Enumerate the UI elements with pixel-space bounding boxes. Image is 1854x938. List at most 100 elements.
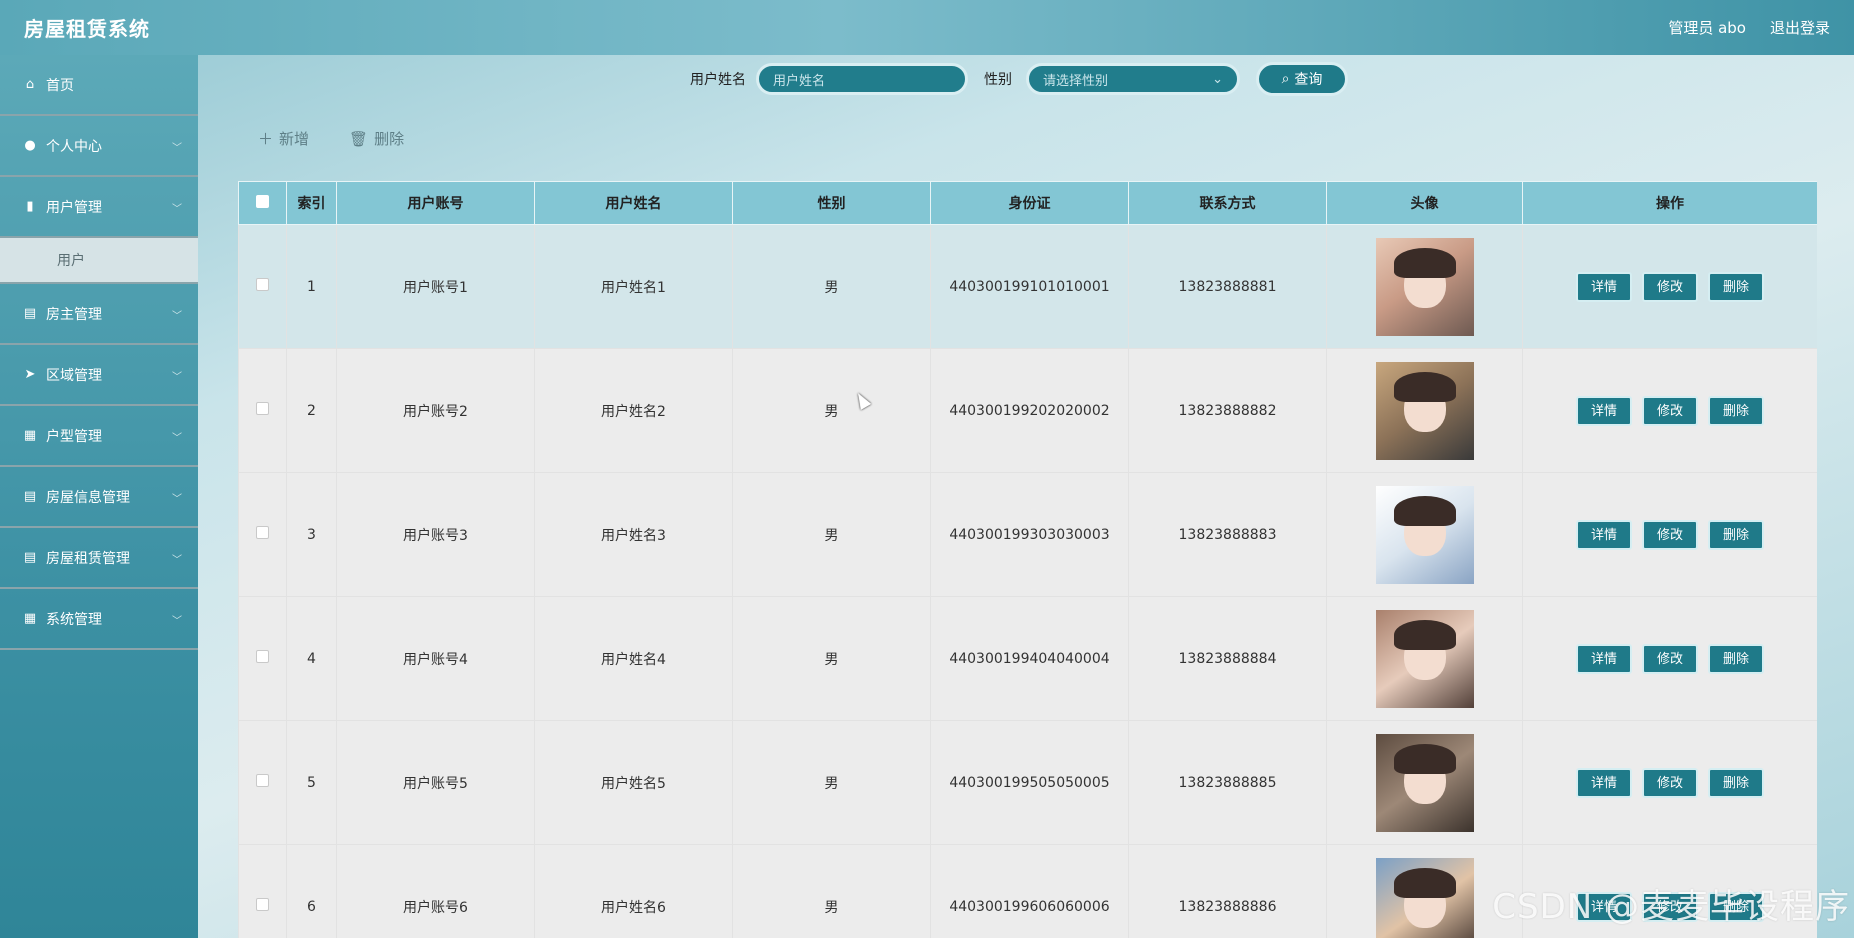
row-checkbox[interactable] [256, 650, 269, 663]
sidebar-item-label: 户型管理 [46, 428, 102, 445]
index-cell: 1 [286, 224, 337, 349]
chevron-down-icon: ﹀ [172, 433, 182, 444]
gender-cell: 男 [732, 596, 931, 721]
actions-cell: 详情 修改 删除 [1522, 348, 1817, 473]
avatar [1375, 857, 1474, 938]
row-select-cell [238, 224, 287, 349]
column-header: 性别 [732, 181, 931, 225]
edit-button[interactable]: 修改 [1642, 643, 1698, 674]
row-checkbox[interactable] [256, 278, 269, 291]
edit-button[interactable]: 修改 [1642, 767, 1698, 798]
id-card-cell: 440300199606060006 [930, 844, 1129, 938]
name-cell: 用户姓名4 [534, 596, 733, 721]
user-table: 索引 用户账号 用户姓名 性别 身份证 联系方式 头像 操作 1 用户账号1 用… [238, 181, 1817, 938]
edit-button[interactable]: 修改 [1642, 271, 1698, 302]
account-cell: 用户账号1 [336, 224, 535, 349]
send-icon: ➤ [24, 367, 36, 382]
account-cell: 用户账号5 [336, 720, 535, 845]
delete-button[interactable]: 删除 [1708, 519, 1764, 550]
name-cell: 用户姓名1 [534, 224, 733, 349]
avatar-cell [1326, 472, 1523, 597]
phone-cell: 13823888886 [1128, 844, 1327, 938]
column-header: 操作 [1522, 181, 1817, 225]
account-cell: 用户账号6 [336, 844, 535, 938]
avatar-cell [1326, 720, 1523, 845]
top-header: 房屋租赁系统 管理员 abo 退出登录 [0, 0, 1854, 55]
table-row[interactable]: 4 用户账号4 用户姓名4 男 440300199404040004 13823… [238, 596, 1817, 721]
gender-cell: 男 [732, 844, 931, 938]
phone-cell: 13823888884 [1128, 596, 1327, 721]
clipboard-icon: ▤ [23, 306, 37, 321]
delete-button[interactable]: 删除 [1708, 643, 1764, 674]
admin-label[interactable]: 管理员 abo [1668, 17, 1746, 38]
sidebar-item-house-info-management[interactable]: ▤ 房屋信息管理 ﹀ [0, 467, 198, 528]
row-select-cell [238, 348, 287, 473]
phone-cell: 13823888883 [1128, 472, 1327, 597]
gender-cell: 男 [732, 472, 931, 597]
sidebar-item-region-management[interactable]: ➤ 区域管理 ﹀ [0, 345, 198, 406]
sidebar-item-landlord-management[interactable]: ▤ 房主管理 ﹀ [0, 284, 198, 345]
row-checkbox[interactable] [256, 774, 269, 787]
gender-select[interactable]: 请选择性别 ⌄ [1026, 63, 1240, 95]
delete-button[interactable]: 删除 [1708, 271, 1764, 302]
logout-link[interactable]: 退出登录 [1770, 17, 1830, 38]
sidebar-item-personal-center[interactable]: ● 个人中心 ﹀ [0, 116, 198, 177]
id-card-cell: 440300199101010001 [930, 224, 1129, 349]
edit-button[interactable]: 修改 [1642, 395, 1698, 426]
name-cell: 用户姓名5 [534, 720, 733, 845]
index-cell: 4 [286, 596, 337, 721]
select-all-cell [238, 181, 287, 225]
phone-cell: 13823888885 [1128, 720, 1327, 845]
select-all-checkbox[interactable] [256, 194, 269, 208]
column-header: 身份证 [930, 181, 1129, 225]
gender-select-placeholder: 请选择性别 [1043, 73, 1109, 89]
add-button[interactable]: ＋ 新增 [258, 128, 309, 149]
row-checkbox[interactable] [256, 898, 269, 911]
detail-button[interactable]: 详情 [1576, 271, 1632, 302]
table-row[interactable]: 1 用户账号1 用户姓名1 男 440300199101010001 13823… [238, 224, 1817, 349]
search-bar: 用户姓名 用户姓名 性别 请选择性别 ⌄ ⌕ 查询 [690, 62, 1348, 96]
clipboard-icon: ▤ [23, 489, 37, 504]
name-search-input[interactable]: 用户姓名 [756, 63, 968, 95]
detail-button[interactable]: 详情 [1576, 643, 1632, 674]
edit-button[interactable]: 修改 [1642, 519, 1698, 550]
batch-delete-button[interactable]: 🗑 删除 [349, 128, 404, 149]
row-checkbox[interactable] [256, 402, 269, 415]
sidebar-subitem-user[interactable]: 用户 [0, 238, 198, 284]
account-cell: 用户账号3 [336, 472, 535, 597]
sidebar-item-label: 房主管理 [46, 306, 102, 323]
sidebar-item-system-management[interactable]: ▦ 系统管理 ﹀ [0, 589, 198, 650]
table-row[interactable]: 5 用户账号5 用户姓名5 男 440300199505050005 13823… [238, 720, 1817, 845]
name-cell: 用户姓名3 [534, 472, 733, 597]
query-button[interactable]: ⌕ 查询 [1256, 62, 1348, 96]
detail-button[interactable]: 详情 [1576, 519, 1632, 550]
sidebar-item-rental-management[interactable]: ▤ 房屋租赁管理 ﹀ [0, 528, 198, 589]
row-checkbox[interactable] [256, 526, 269, 539]
table-row[interactable]: 2 用户账号2 用户姓名2 男 440300199202020002 13823… [238, 348, 1817, 473]
sidebar-item-layout-management[interactable]: ▦ 户型管理 ﹀ [0, 406, 198, 467]
name-label: 用户姓名 [690, 72, 746, 88]
gender-cell: 男 [732, 224, 931, 349]
delete-label: 删除 [374, 130, 405, 148]
sidebar-item-user-management[interactable]: ▮ 用户管理 ﹀ [0, 177, 198, 238]
row-select-cell [238, 720, 287, 845]
table-header-row: 索引 用户账号 用户姓名 性别 身份证 联系方式 头像 操作 [238, 181, 1817, 225]
sidebar-item-label: 区域管理 [46, 367, 102, 384]
id-card-cell: 440300199505050005 [930, 720, 1129, 845]
row-select-cell [238, 472, 287, 597]
actions-cell: 详情 修改 删除 [1522, 720, 1817, 845]
table-row[interactable]: 3 用户账号3 用户姓名3 男 440300199303030003 13823… [238, 472, 1817, 597]
id-card-cell: 440300199404040004 [930, 596, 1129, 721]
user-icon: ● [24, 138, 36, 153]
chevron-down-icon: ﹀ [172, 143, 182, 154]
detail-button[interactable]: 详情 [1576, 767, 1632, 798]
app-title: 房屋租赁系统 [24, 17, 150, 41]
sidebar-item-label: 个人中心 [46, 138, 102, 155]
clipboard-icon: ▤ [23, 550, 37, 565]
sidebar-item-home[interactable]: ⌂ 首页 [0, 55, 198, 116]
detail-button[interactable]: 详情 [1576, 395, 1632, 426]
avatar-cell [1326, 596, 1523, 721]
delete-button[interactable]: 删除 [1708, 767, 1764, 798]
delete-button[interactable]: 删除 [1708, 395, 1764, 426]
sidebar-item-label: 系统管理 [46, 611, 102, 628]
